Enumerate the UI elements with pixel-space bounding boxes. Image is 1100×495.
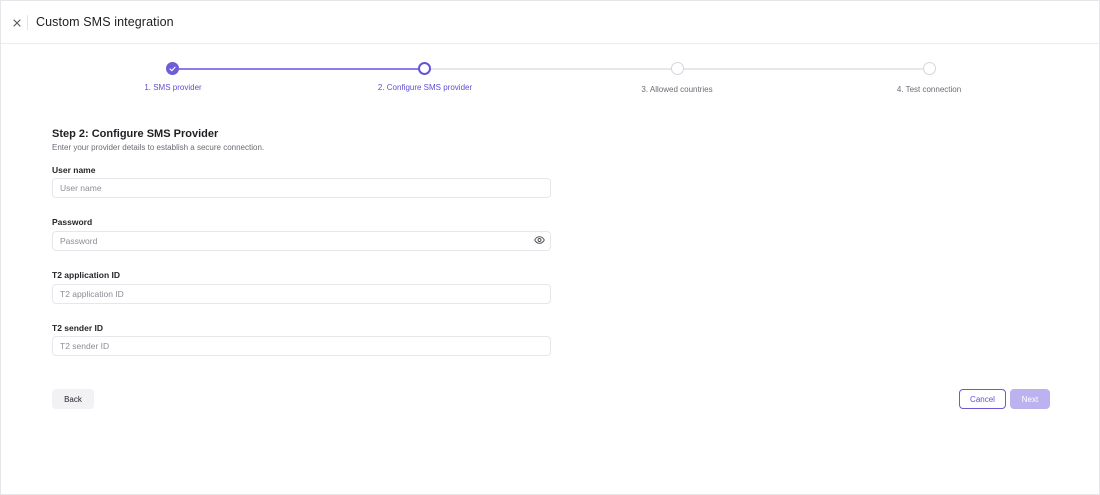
close-icon (13, 19, 21, 27)
password-input[interactable] (52, 231, 551, 251)
username-label: User name (52, 165, 96, 175)
password-label: Password (52, 217, 93, 227)
sender-id-label: T2 sender ID (52, 323, 104, 333)
check-icon (169, 66, 176, 71)
application-id-input[interactable] (52, 284, 551, 304)
form-subtitle: Enter your provider details to establish… (52, 143, 265, 152)
step-1-label: 1. SMS provider (144, 83, 202, 92)
step-2-indicator (418, 62, 431, 75)
next-button[interactable]: Next (1010, 389, 1050, 409)
step-1-indicator (166, 62, 179, 75)
step-4-indicator (923, 62, 936, 75)
eye-icon (533, 236, 545, 244)
step-4-label: 4. Test connection (896, 85, 962, 94)
page-title: Custom SMS integration (36, 15, 174, 29)
step-3-indicator (671, 62, 684, 75)
sender-id-input[interactable] (52, 336, 551, 356)
header-bar: Custom SMS integration (1, 1, 1099, 44)
username-input[interactable] (52, 178, 551, 198)
application-id-label: T2 application ID (52, 270, 121, 280)
step-2-label: 2. Configure SMS provider (377, 83, 473, 92)
cancel-button[interactable]: Cancel (959, 389, 1006, 409)
header-divider (27, 15, 28, 30)
stepper: 1. SMS provider 2. Configure SMS provide… (1, 56, 1099, 101)
step-3-label: 3. Allowed countries (641, 85, 713, 94)
modal-window: Custom SMS integration 1. SMS provider 2… (0, 0, 1100, 495)
back-button[interactable]: Back (52, 389, 94, 409)
close-button[interactable] (9, 15, 25, 31)
toggle-password-visibility-button[interactable] (533, 235, 545, 245)
stepper-track-completed (173, 68, 425, 70)
form-title: Step 2: Configure SMS Provider (52, 128, 219, 140)
